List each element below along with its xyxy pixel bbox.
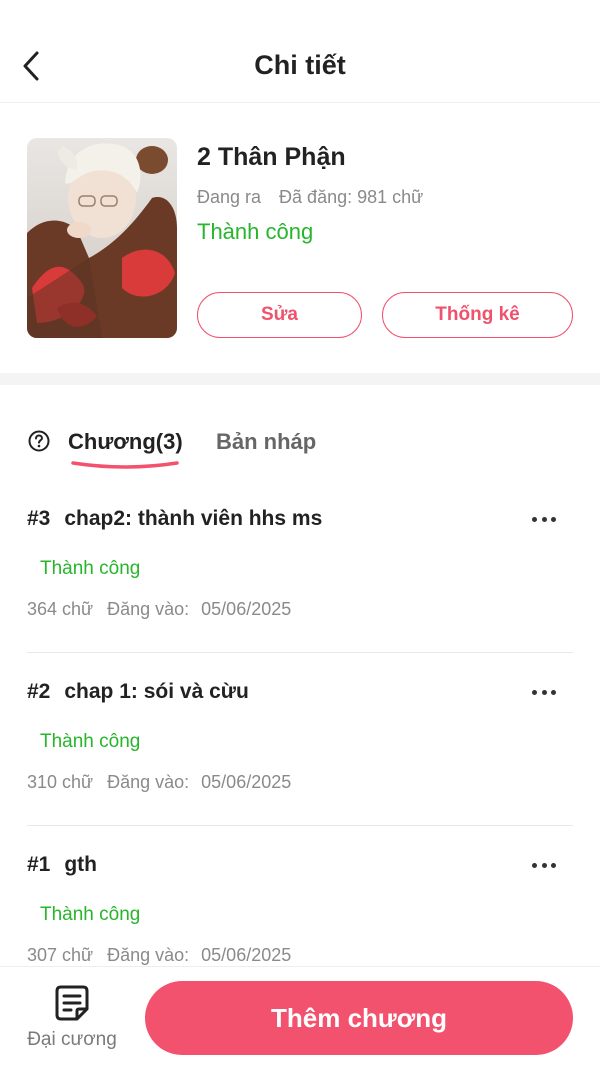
list-item[interactable]: #3 chap2: thành viên hhs ms Thành công 36… (0, 480, 600, 653)
story-word-count: Đã đăng: 981 chữ (279, 187, 424, 207)
story-meta: Đang ra Đã đăng: 981 chữ (197, 187, 423, 208)
chapter-title: #2 chap 1: sói và cừu (27, 680, 249, 704)
story-status-label: Đang ra (197, 187, 262, 207)
chapter-title: #3 chap2: thành viên hhs ms (27, 507, 322, 531)
question-circle-icon[interactable] (28, 430, 50, 452)
chapter-tabs: Chương(3) Bản nháp (0, 385, 600, 480)
chapter-meta: 307 chữ Đăng vào: 05/06/2025 (27, 945, 291, 966)
story-publish-status: Thành công (197, 219, 314, 244)
story-summary: 2 Thân Phận Đang ra Đã đăng: 981 chữ Thàn… (0, 103, 600, 373)
chapter-status: Thành công (40, 558, 141, 579)
chapter-number: #3 (27, 507, 51, 530)
chapter-posted-label: Đăng vào: (107, 599, 190, 619)
chapter-posted-label: Đăng vào: (107, 945, 190, 965)
edit-button[interactable]: Sửa (197, 292, 362, 338)
chapter-status: Thành công (40, 731, 141, 752)
header-bar: Chi tiết (0, 0, 600, 103)
more-options-icon[interactable] (528, 855, 560, 875)
chapter-title: #1 gth (27, 853, 97, 877)
chapter-number: #2 (27, 680, 51, 703)
chapter-meta: 310 chữ Đăng vào: 05/06/2025 (27, 772, 291, 793)
chapter-word-count: 364 chữ (27, 599, 94, 619)
list-item[interactable]: #2 chap 1: sói và cừu Thành công 310 chữ Đ… (0, 653, 600, 826)
document-icon (55, 985, 89, 1021)
chapter-date: 05/06/2025 (201, 772, 292, 792)
active-tab-indicator (71, 461, 179, 469)
stats-button[interactable]: Thống kê (382, 292, 573, 338)
chapter-posted-label: Đăng vào: (107, 772, 190, 792)
chapter-date: 05/06/2025 (201, 945, 292, 965)
outline-label: Đại cương (27, 1029, 117, 1050)
add-chapter-button[interactable]: Thêm chương (145, 981, 573, 1055)
page-title: Chi tiết (254, 50, 346, 80)
tab-drafts[interactable]: Bản nháp (216, 429, 316, 455)
chapter-name: chap 1: sói và cừu (64, 680, 249, 703)
chapter-status: Thành công (40, 904, 141, 925)
story-title: 2 Thân Phận (197, 143, 346, 171)
chapter-meta: 364 chữ Đăng vào: 05/06/2025 (27, 599, 291, 620)
chapter-date: 05/06/2025 (201, 599, 292, 619)
cover-image[interactable] (27, 138, 177, 338)
chapter-word-count: 307 chữ (27, 945, 94, 965)
cover-illustration (27, 138, 177, 338)
chapter-name: chap2: thành viên hhs ms (64, 507, 323, 530)
chapter-name: gth (64, 853, 98, 876)
outline-button[interactable]: Đại cương (16, 983, 128, 1058)
section-divider (0, 373, 600, 385)
more-options-icon[interactable] (528, 682, 560, 702)
tab-chapters[interactable]: Chương(3) (68, 429, 183, 455)
bottom-action-bar: Đại cương Thêm chương (0, 966, 600, 1067)
more-options-icon[interactable] (528, 509, 560, 529)
chapter-number: #1 (27, 853, 51, 876)
chapter-word-count: 310 chữ (27, 772, 94, 792)
